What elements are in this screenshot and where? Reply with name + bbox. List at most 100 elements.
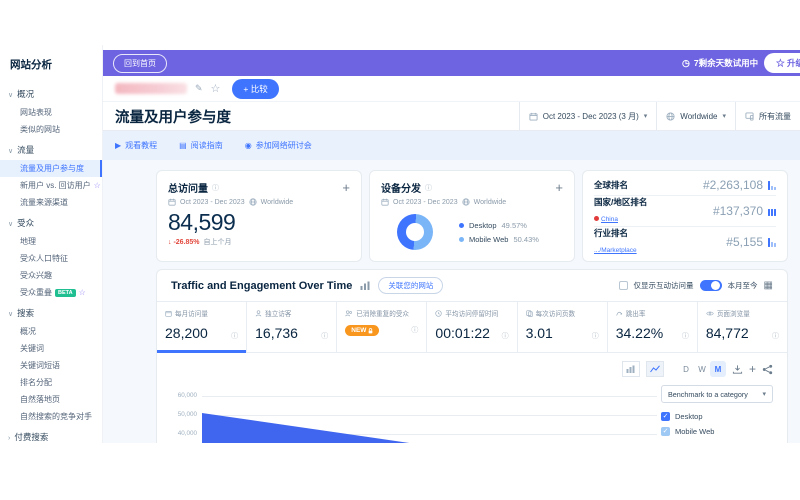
metric-tile-pages-per-visit[interactable]: 每次访问页数 3.01 ⓘ [516,302,607,352]
sidebar-item-organic-landing-pages[interactable]: 自然落地页 [0,391,102,408]
metric-tile-avg-visit-duration[interactable]: 平均访问停留时间 00:01:22 ⓘ [426,302,516,352]
sidebar-item-demographics[interactable]: 受众人口特征 [0,250,102,267]
arrow-down-icon: ↓ [168,238,172,246]
info-icon[interactable]: ⓘ [425,183,432,193]
sidebar-item-audience-interests[interactable]: 受众兴趣 [0,267,102,284]
benchmark-dropdown[interactable]: Benchmark to a category ▾ [661,385,773,403]
info-icon[interactable]: ⓘ [682,331,689,341]
analytics-dashboard: 网站分析 ∨ 概况 网站表现 类似的网站 ∨ 流量 流量及用户参与度 新用户 vs.… [0,0,800,500]
add-to-dashboard-button[interactable]: + [555,181,563,194]
download-icon[interactable] [732,364,743,375]
sidebar-group-paid-search[interactable]: › 付费搜索 [0,425,102,443]
metric-strip: 每月访问量 28,200 ⓘ 独立访客 16,736 ⓘ 已消除重复的受众 NEW … [157,301,787,353]
granularity-switch: D W M [678,361,726,377]
join-webinar-link[interactable]: ◉ 参加网络研讨会 [245,140,312,151]
share-icon[interactable] [762,364,773,375]
info-icon[interactable]: ⓘ [231,331,238,341]
country-flag-icon [594,216,599,221]
engaged-only-label: 仅显示互动访问量 [633,281,694,290]
country-link[interactable]: China [594,216,618,223]
add-to-dashboard-button[interactable]: + [342,181,350,194]
sidebar-group-search[interactable]: ∨ 搜索 [0,301,102,323]
chevron-down-icon: ∨ [8,148,14,155]
sidebar-item-keywords[interactable]: 关键词 [0,340,102,357]
compare-button[interactable]: + 比较 [232,78,279,99]
back-home-button[interactable]: 回到首页 [113,53,167,73]
metric-tile-page-views[interactable]: 页面浏览量 84,772 ⓘ [696,302,787,352]
info-icon[interactable]: ⓘ [411,325,418,335]
series-toggle-mobile-web[interactable]: ✓ Mobile Web [661,427,773,436]
device-distribution-card: 设备分发 ⓘ + Oct 2023 - Dec 2023 Worldwide D… [369,170,575,262]
sidebar-item-new-vs-returning[interactable]: 新用户 vs. 回访用户 ☆ [0,177,102,194]
sidebar-group-overview[interactable]: ∨ 概况 [0,82,102,104]
month-to-date-toggle[interactable] [699,280,722,291]
star-icon: ☆ [78,288,86,297]
sidebar-item-keyword-phrases[interactable]: 关键词短语 [0,357,102,374]
metric-tile-monthly-visits[interactable]: 每月访问量 28,200 ⓘ [157,302,247,353]
metric-value: 34.22% [615,325,664,341]
star-icon: ☆ [93,181,101,190]
granularity-day-button[interactable]: D [678,361,694,377]
upgrade-button[interactable]: ☆ 升级 [764,53,800,73]
devices-icon [745,111,754,121]
compare-calendar-icon[interactable]: ▦ [764,280,773,291]
sidebar-item-audience-overlap[interactable]: 受众重叠 BETA ☆ [0,284,102,301]
calendar-icon [168,198,176,206]
granularity-week-button[interactable]: W [694,361,710,377]
sidebar-item-geography[interactable]: 地理 [0,233,102,250]
edit-pencil-icon[interactable]: ✎ [195,83,203,94]
info-icon[interactable]: ⓘ [502,331,509,341]
line-chart-type-button[interactable] [645,361,664,377]
granularity-month-button[interactable]: M [709,361,726,377]
favorite-star-icon[interactable]: ☆ [211,82,221,95]
metric-tile-bounce-rate[interactable]: 跳出率 34.22% ⓘ [606,302,697,352]
webinar-play-icon: ◉ [244,141,252,150]
metric-value: 28,200 [165,325,208,341]
info-icon[interactable]: ⓘ [772,331,779,341]
metric-tile-unique-visitors[interactable]: 独立访客 16,736 ⓘ [246,302,336,352]
bar-chart-type-button[interactable] [621,361,640,377]
metric-tile-deduplicated-audience[interactable]: 已消除重复的受众 NEW ⓘ [336,302,426,352]
month-to-date-label: 本月至今 [727,281,758,290]
sidebar-group-audience[interactable]: ∨ 受众 [0,211,102,233]
connect-website-button[interactable]: 关联您的网站 [378,277,444,294]
sidebar-item-traffic-sources[interactable]: 流量来源渠道 [0,194,102,211]
globe-icon [248,198,257,206]
sidebar-item-search-overview[interactable]: 概况 [0,323,102,340]
chevron-right-icon: › [8,435,11,442]
sidebar-group-traffic[interactable]: ∨ 流量 [0,138,102,160]
watch-tutorial-link[interactable]: ▶ 观看教程 [115,140,157,151]
region-selector[interactable]: Worldwide ▾ [656,102,735,130]
section-title: Traffic and Engagement Over Time [171,279,353,292]
sidebar-item-organic-competitors[interactable]: 自然搜索的竞争对手 [0,408,102,425]
read-guide-link[interactable]: ▤ 阅读指南 [179,140,223,151]
caret-down-icon: ▾ [722,113,726,120]
engaged-only-checkbox[interactable] [618,281,628,290]
device-donut-chart [397,214,433,250]
trial-countdown: ◷ 7剩余天数试用中 [682,57,759,69]
metric-value: 00:01:22 [435,325,490,341]
traffic-filter-selector[interactable]: 所有流量 [735,102,800,130]
page-title: 流量及用户参与度 [115,109,231,126]
legend-item-desktop: Desktop 49.57% [459,221,539,230]
industry-category-link[interactable]: .../Marketplace [594,247,637,254]
info-icon[interactable]: ⓘ [592,331,599,341]
card-title: 总访问量 [168,184,208,195]
lock-icon [369,327,373,333]
sidebar-item-rank-distribution[interactable]: 排名分配 [0,374,102,391]
date-range-selector[interactable]: Oct 2023 - Dec 2023 (3 月) ▾ [518,102,657,130]
user-icon [255,309,262,316]
pages-icon [525,309,533,317]
users-icon [345,310,353,316]
country-rank-row: 国家/地区排名 China #137,370 [594,196,776,227]
sidebar-item-similar-sites[interactable]: 类似的网站 [0,121,102,138]
card-period: Oct 2023 - Dec 2023 [180,198,245,206]
info-icon[interactable]: ⓘ [212,183,219,193]
checked-checkbox-icon: ✓ [661,427,670,436]
sidebar-item-traffic-engagement[interactable]: 流量及用户参与度 [0,160,102,177]
add-icon[interactable]: + [749,362,756,376]
info-icon[interactable]: ⓘ [321,331,328,341]
series-toggle-desktop[interactable]: ✓ Desktop [661,412,773,421]
area-chart-plot[interactable]: 60,000 50,000 40,000 [171,383,661,443]
sidebar-item-site-performance[interactable]: 网站表现 [0,104,102,121]
